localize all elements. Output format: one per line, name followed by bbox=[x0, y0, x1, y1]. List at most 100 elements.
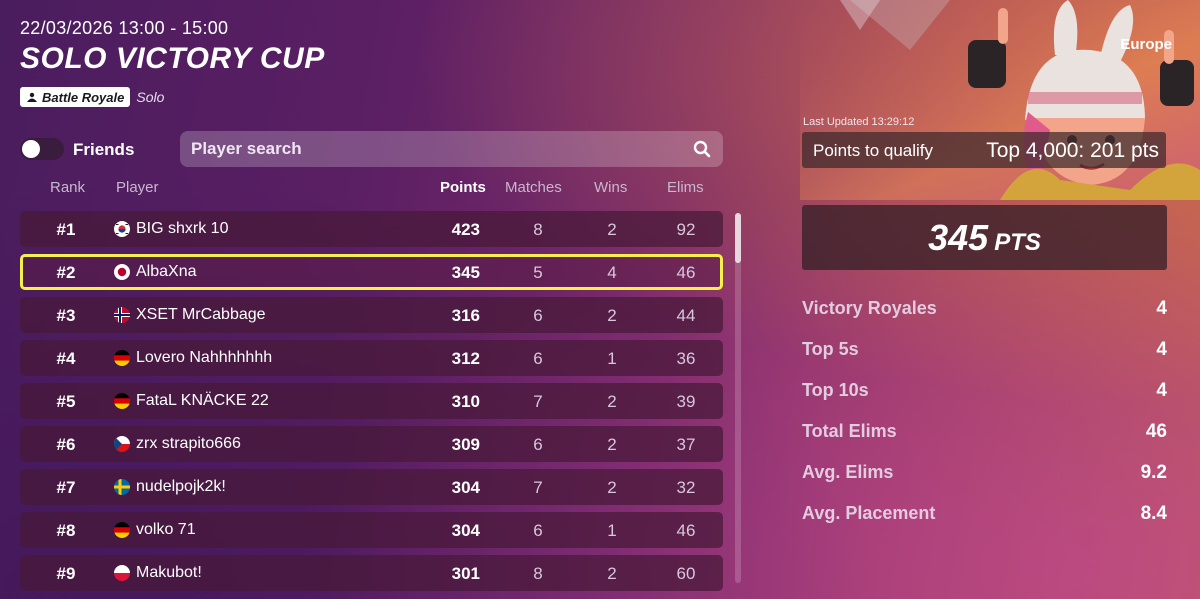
row-rank: #4 bbox=[56, 349, 76, 368]
player-search-box[interactable] bbox=[180, 131, 723, 167]
row-points: 304 bbox=[451, 521, 480, 540]
row-wins: 2 bbox=[607, 478, 617, 497]
row-points: 310 bbox=[451, 392, 480, 411]
stat-top-10s: Top 10s 4 bbox=[802, 380, 1167, 404]
stat-label: Total Elims bbox=[802, 421, 897, 441]
leaderboard-row[interactable]: #9 Makubot! 301 8 2 60 bbox=[20, 555, 723, 591]
column-header-elims[interactable]: Elims bbox=[667, 179, 704, 196]
row-points: 309 bbox=[451, 435, 480, 454]
row-wins: 1 bbox=[607, 349, 617, 368]
row-player-name: nudelpojk2k! bbox=[136, 478, 226, 495]
stat-top-5s: Top 5s 4 bbox=[802, 339, 1167, 363]
jp-flag-icon bbox=[114, 264, 130, 280]
stat-label: Top 10s bbox=[802, 380, 869, 400]
row-player-name: FataL KNÄCKE 22 bbox=[136, 392, 269, 409]
scrollbar-thumb[interactable] bbox=[735, 213, 741, 263]
row-matches: 6 bbox=[533, 521, 543, 540]
stat-victory-royales: Victory Royales 4 bbox=[802, 298, 1167, 322]
leaderboard-scrollbar[interactable] bbox=[735, 213, 741, 583]
row-points: 304 bbox=[451, 478, 480, 497]
leaderboard-row-current-player[interactable]: #2 AlbaXna 345 5 4 46 bbox=[20, 254, 723, 290]
row-points: 423 bbox=[451, 220, 480, 239]
stat-value: 8.4 bbox=[1140, 503, 1167, 524]
row-wins: 2 bbox=[607, 220, 617, 239]
friends-label: Friends bbox=[73, 140, 135, 159]
stat-label: Avg. Placement bbox=[802, 503, 936, 523]
row-rank: #3 bbox=[56, 306, 76, 325]
row-wins: 2 bbox=[607, 392, 617, 411]
row-matches: 5 bbox=[533, 263, 543, 282]
row-player-name: BIG shxrk 10 bbox=[136, 220, 229, 237]
column-header-points[interactable]: Points bbox=[440, 179, 486, 196]
leaderboard-row[interactable]: #1 BIG shxrk 10 423 8 2 92 bbox=[20, 211, 723, 247]
toggle-knob bbox=[22, 140, 40, 158]
stat-total-elims: Total Elims 46 bbox=[802, 421, 1167, 445]
event-datetime: 22/03/2026 13:00 - 15:00 bbox=[20, 18, 229, 38]
stat-avg-placement: Avg. Placement 8.4 bbox=[802, 503, 1167, 527]
no-flag-icon bbox=[114, 307, 130, 323]
column-header-rank[interactable]: Rank bbox=[50, 179, 85, 196]
column-header-player[interactable]: Player bbox=[116, 179, 159, 196]
qualify-label: Points to qualify bbox=[813, 141, 934, 160]
de-flag-icon bbox=[114, 393, 130, 409]
row-elims: 92 bbox=[676, 220, 696, 239]
de-flag-icon bbox=[114, 522, 130, 538]
player-score-unit: PTS bbox=[994, 229, 1041, 256]
row-wins: 2 bbox=[607, 435, 617, 454]
stat-value: 4 bbox=[1156, 339, 1167, 360]
player-score-box: 345 PTS bbox=[802, 205, 1167, 270]
column-header-matches[interactable]: Matches bbox=[505, 179, 562, 196]
row-player-name: volko 71 bbox=[136, 521, 196, 538]
stat-value: 4 bbox=[1156, 380, 1167, 401]
row-matches: 7 bbox=[533, 392, 543, 411]
leaderboard-screen: { "header": { "datetime": "22/03/2026 13… bbox=[0, 0, 1200, 599]
row-rank: #6 bbox=[56, 435, 76, 454]
player-search-input[interactable] bbox=[180, 131, 671, 167]
row-elims: 32 bbox=[676, 478, 696, 497]
column-header-wins[interactable]: Wins bbox=[594, 179, 627, 196]
row-matches: 8 bbox=[533, 564, 543, 583]
leaderboard-row[interactable]: #3 XSET MrCabbage 316 6 2 44 bbox=[20, 297, 723, 333]
row-points: 316 bbox=[451, 306, 480, 325]
leaderboard-row[interactable]: #4 Lovero Nahhhhhhh 312 6 1 36 bbox=[20, 340, 723, 376]
leaderboard-row[interactable]: #6 zrx strapito666 309 6 2 37 bbox=[20, 426, 723, 462]
row-player-name: AlbaXna bbox=[136, 263, 197, 280]
leaderboard-row[interactable]: #5 FataL KNÄCKE 22 310 7 2 39 bbox=[20, 383, 723, 419]
stat-label: Victory Royales bbox=[802, 298, 937, 318]
row-rank: #8 bbox=[56, 521, 76, 540]
row-elims: 37 bbox=[676, 435, 696, 454]
de-flag-icon bbox=[114, 350, 130, 366]
row-wins: 4 bbox=[607, 263, 617, 282]
event-title: SOLO VICTORY CUP bbox=[20, 42, 325, 75]
character-hero-art: Europe bbox=[800, 0, 1200, 200]
region-label: Europe bbox=[1120, 36, 1172, 53]
row-wins: 1 bbox=[607, 521, 617, 540]
row-matches: 6 bbox=[533, 435, 543, 454]
friends-toggle[interactable] bbox=[20, 138, 64, 160]
stat-value: 4 bbox=[1156, 298, 1167, 319]
row-rank: #5 bbox=[56, 392, 76, 411]
stat-label: Avg. Elims bbox=[802, 462, 894, 482]
row-matches: 8 bbox=[533, 220, 543, 239]
row-matches: 6 bbox=[533, 349, 543, 368]
kr-flag-icon bbox=[114, 221, 130, 237]
leaderboard-row[interactable]: #7 nudelpojk2k! 304 7 2 32 bbox=[20, 469, 723, 505]
row-player-name: XSET MrCabbage bbox=[136, 306, 266, 323]
row-wins: 2 bbox=[607, 306, 617, 325]
row-player-name: zrx strapito666 bbox=[136, 435, 241, 452]
leaderboard-row[interactable]: #8 volko 71 304 6 1 46 bbox=[20, 512, 723, 548]
row-player-name: Makubot! bbox=[136, 564, 202, 581]
row-points: 301 bbox=[451, 564, 480, 583]
row-elims: 60 bbox=[676, 564, 696, 583]
qualify-box: Points to qualify Top 4,000: 201 pts bbox=[802, 132, 1166, 168]
pl-flag-icon bbox=[114, 565, 130, 581]
stat-value: 46 bbox=[1145, 421, 1167, 442]
row-player-name: Lovero Nahhhhhhh bbox=[136, 349, 273, 366]
mode-type: Solo bbox=[136, 89, 165, 105]
stat-label: Top 5s bbox=[802, 339, 859, 359]
row-matches: 7 bbox=[533, 478, 543, 497]
cz-flag-icon bbox=[114, 436, 130, 452]
search-icon[interactable] bbox=[693, 140, 711, 158]
row-rank: #2 bbox=[56, 263, 76, 282]
mode-badge: Battle Royale bbox=[20, 87, 131, 107]
